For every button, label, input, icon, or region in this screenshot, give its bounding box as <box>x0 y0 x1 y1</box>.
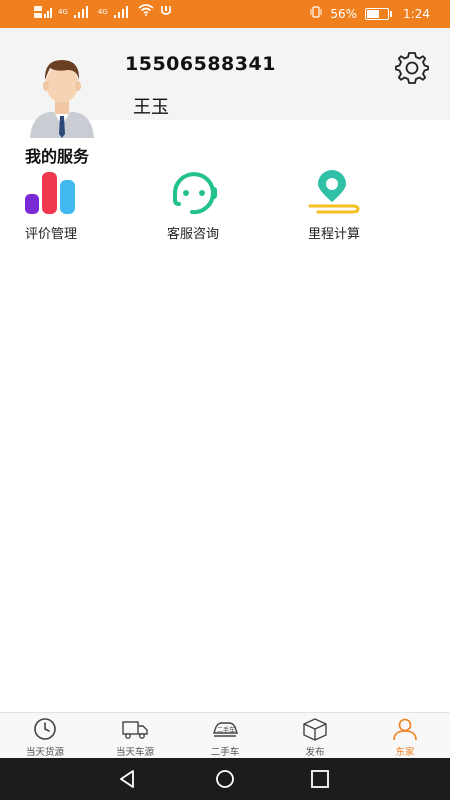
signal-icon <box>113 5 132 19</box>
tab-label: 东家 <box>395 747 415 758</box>
service-label: 客服咨询 <box>167 227 220 242</box>
service-review-management[interactable]: 评价管理 <box>25 170 115 242</box>
location-pin-icon <box>308 170 360 214</box>
svg-text:二手车: 二手车 <box>217 726 235 734</box>
battery-icon <box>365 7 393 20</box>
tab-label: 当天车源 <box>115 747 154 758</box>
back-icon[interactable] <box>118 769 138 789</box>
tab-label: 发布 <box>305 747 325 758</box>
clock-time: 1:24 <box>403 6 430 21</box>
used-car-icon: 二手车 <box>213 722 238 737</box>
tab-today-cargo[interactable]: 当天货源 <box>0 713 90 759</box>
bottom-tab-bar: 当天货源 当天车源 二手车 二手车 发布 东家 <box>0 712 450 758</box>
status-left: 4G 4G <box>34 4 172 19</box>
service-customer-support[interactable]: 客服咨询 <box>167 170 257 242</box>
tab-used-cars[interactable]: 二手车 二手车 <box>180 713 270 759</box>
person-icon <box>393 718 417 741</box>
box-icon <box>303 718 327 741</box>
services-title: 我的服务 <box>25 147 90 166</box>
service-label: 评价管理 <box>25 227 78 242</box>
tab-today-vehicles[interactable]: 当天车源 <box>90 713 180 759</box>
user-name: 王玉 <box>133 97 169 118</box>
home-icon[interactable] <box>215 769 235 789</box>
avatar[interactable] <box>20 46 104 146</box>
battery-percent: 56% <box>330 6 358 21</box>
network-label-2: 4G <box>97 7 108 16</box>
battery-fill <box>367 9 380 18</box>
phone-number: 15506588341 <box>125 53 276 75</box>
system-nav-bar <box>0 758 450 800</box>
wifi-icon <box>138 4 154 19</box>
service-label: 里程计算 <box>308 227 361 242</box>
recents-icon[interactable] <box>310 769 330 789</box>
tab-label: 当天货源 <box>25 747 64 758</box>
signal-icon <box>73 5 92 19</box>
settings-gear-icon[interactable] <box>395 50 429 84</box>
vibrate-icon <box>310 6 322 21</box>
truck-icon <box>122 721 148 739</box>
profile-header: 15506588341 王玉 <box>0 28 450 138</box>
bar-chart-icon <box>25 172 75 214</box>
network-label-1: 4G <box>58 7 68 16</box>
tab-label: 二手车 <box>210 747 240 758</box>
tab-boss[interactable]: 东家 <box>360 713 450 759</box>
status-right: 56% 1:24 <box>310 6 430 21</box>
status-bar: 4G 4G 56% 1:24 <box>0 0 450 28</box>
service-mileage-calc[interactable]: 里程计算 <box>308 170 398 242</box>
headset-chat-icon <box>172 172 217 215</box>
hd-signal-icon <box>34 5 52 19</box>
tab-publish[interactable]: 发布 <box>270 713 360 759</box>
clock-icon <box>34 718 56 740</box>
notification-icon <box>160 4 172 19</box>
